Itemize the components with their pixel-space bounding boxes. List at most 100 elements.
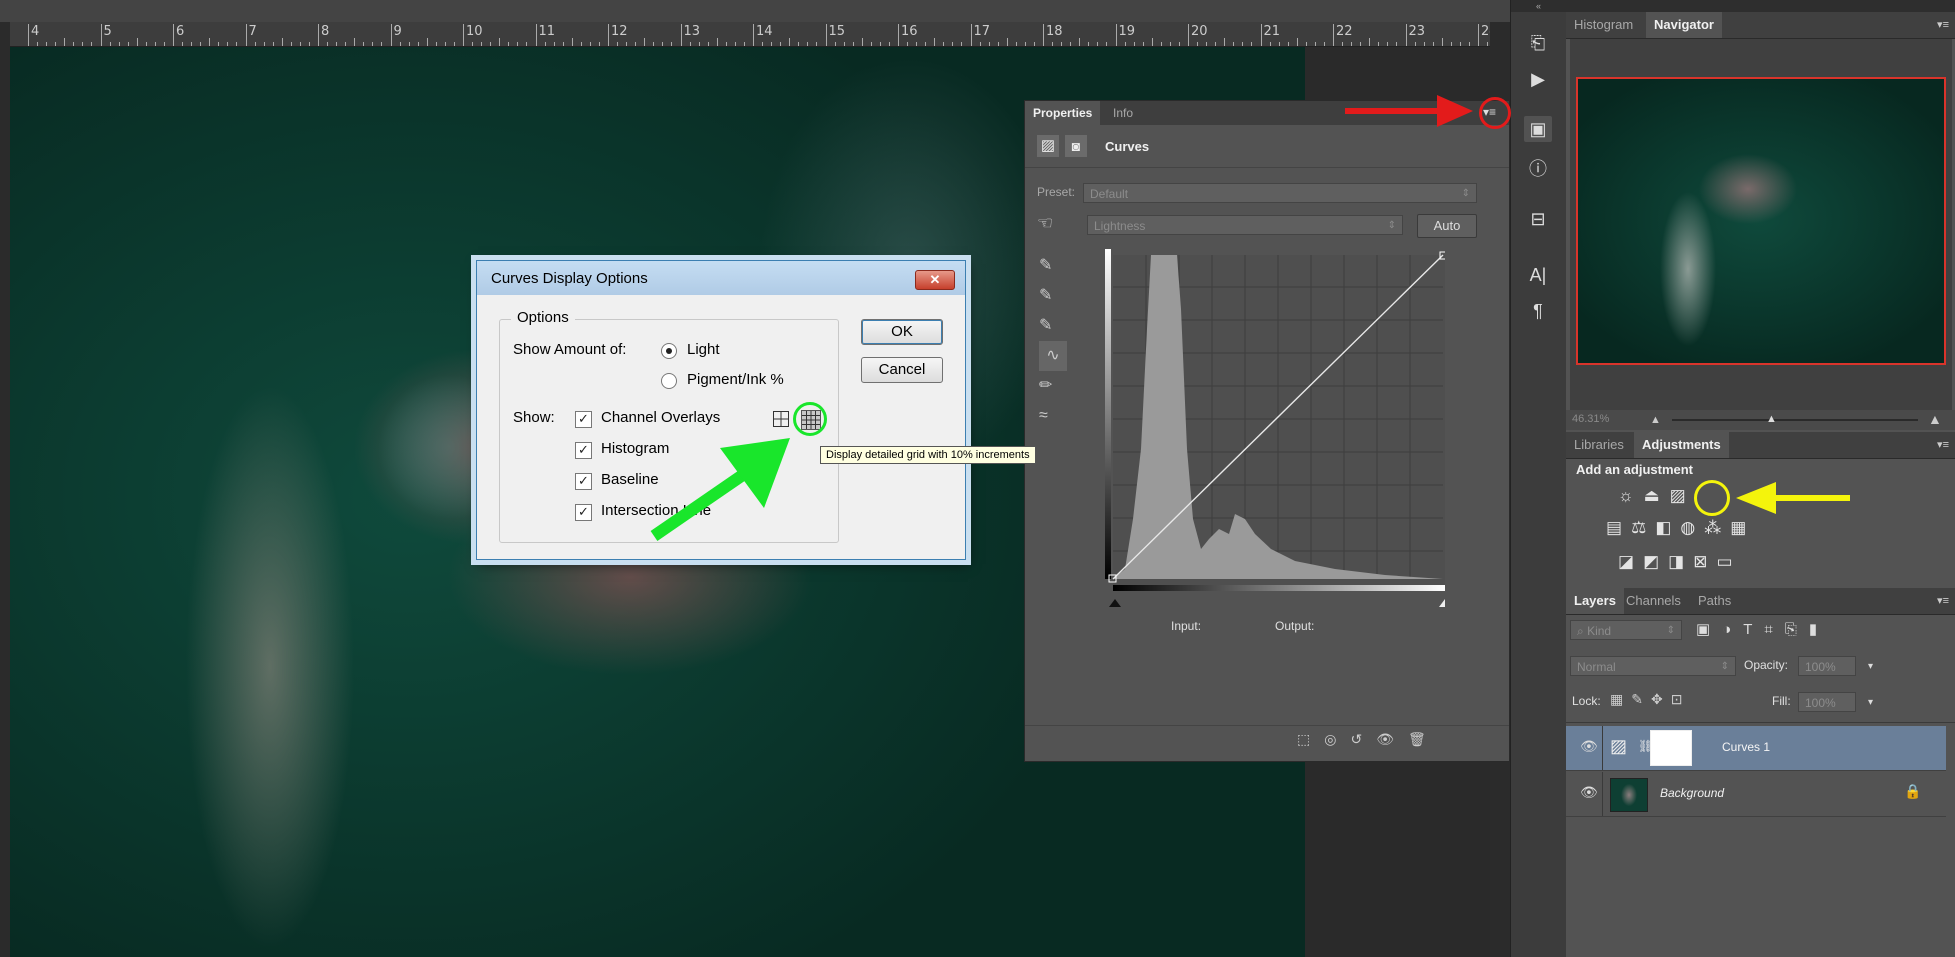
preset-select[interactable]: Default ⇕ (1083, 183, 1477, 203)
curves-graph[interactable] (1105, 249, 1445, 613)
channel-overlays-checkbox[interactable]: ✓ (575, 411, 592, 428)
black-white-icon[interactable]: ◧ (1655, 518, 1680, 537)
tab-histogram[interactable]: Histogram (1566, 12, 1641, 38)
curves-adjustment-icon[interactable]: ▨ (1037, 135, 1059, 157)
eye-icon[interactable]: 👁 (1580, 738, 1598, 755)
intersection-line-checkbox[interactable]: ✓ (575, 504, 592, 521)
tab-properties[interactable]: Properties (1025, 101, 1101, 125)
color-balance-icon[interactable]: ⚖ (1631, 518, 1655, 537)
gradient-map-icon[interactable]: ▭ (1716, 552, 1741, 571)
view-previous-icon[interactable]: ◎ (1324, 731, 1350, 747)
ruler-tick (481, 42, 483, 46)
tab-libraries[interactable]: Libraries (1566, 432, 1632, 458)
selective-color-icon[interactable]: ⊠ (1693, 552, 1716, 571)
lock-position-icon[interactable]: ✥ (1651, 691, 1671, 707)
levels-icon[interactable]: ⏏ (1644, 486, 1670, 505)
fill-field[interactable]: 100% ▾ (1798, 692, 1873, 712)
delete-icon[interactable]: 🗑 (1408, 731, 1440, 747)
lock-all-icon[interactable]: ⊡ (1671, 691, 1691, 707)
info-icon[interactable]: ⓘ (1524, 156, 1552, 182)
ok-button[interactable]: OK (861, 319, 943, 345)
baseline-checkbox[interactable]: ✓ (575, 473, 592, 490)
eye-icon[interactable]: 👁 (1580, 784, 1598, 801)
zoom-slider[interactable] (1672, 419, 1918, 421)
color-lookup-icon[interactable]: ▦ (1730, 518, 1755, 537)
properties-icon[interactable]: ▣ (1524, 116, 1552, 142)
zoom-value[interactable]: 46.31% (1572, 413, 1609, 425)
white-eyedropper-icon[interactable]: ✎ (1039, 311, 1067, 341)
reset-icon[interactable]: ↺ (1350, 731, 1376, 747)
pencil-icon[interactable]: ✏ (1039, 371, 1067, 401)
channel-select[interactable]: Lightness ⇕ (1087, 215, 1403, 235)
navigator-thumbnail[interactable] (1576, 77, 1946, 365)
blend-mode-select[interactable]: Normal ⇕ (1570, 656, 1736, 676)
smooth-curve-icon[interactable]: ≈ (1039, 401, 1067, 431)
layer-row-curves[interactable]: 👁 ▨ ⛓ Curves 1 (1566, 726, 1946, 771)
character-icon[interactable]: A| (1524, 262, 1552, 288)
layer-mask-thumbnail[interactable] (1650, 730, 1692, 766)
type-filter-icon[interactable]: T (1743, 621, 1764, 638)
ruler-tick (154, 42, 156, 46)
zoom-out-icon[interactable]: ▲ (1650, 414, 1661, 426)
history-icon[interactable]: ⎗ (1524, 30, 1552, 56)
lock-transparent-icon[interactable]: ▦ (1610, 691, 1631, 707)
layer-row-background[interactable]: 👁 Background 🔒 (1566, 772, 1946, 817)
opacity-field[interactable]: 100% ▾ (1798, 656, 1873, 676)
adjustment-filter-icon[interactable]: ◑ (1722, 621, 1743, 638)
panel-menu-icon[interactable]: ▾≡ (1937, 438, 1949, 451)
ruler-tick (662, 42, 664, 46)
smart-object-filter-icon[interactable]: ⎘ (1785, 621, 1809, 638)
on-image-adjust-icon[interactable]: ☜ (1037, 213, 1053, 234)
close-button[interactable]: ✕ (915, 270, 955, 290)
zoom-in-icon[interactable]: ▲ (1928, 411, 1942, 427)
point-curve-icon[interactable]: ∿ (1039, 341, 1067, 371)
black-eyedropper-icon[interactable]: ✎ (1039, 251, 1067, 281)
pigment-radio-label[interactable]: Pigment/Ink % (687, 371, 784, 388)
tab-layers[interactable]: Layers (1566, 588, 1624, 614)
auto-button[interactable]: Auto (1417, 214, 1477, 238)
brightness-contrast-icon[interactable]: ☼ (1618, 486, 1644, 505)
visibility-icon[interactable]: 👁 (1376, 731, 1408, 747)
play-actions-icon[interactable]: ▶ (1524, 66, 1552, 92)
invert-icon[interactable]: ◪ (1618, 552, 1643, 571)
tab-channels[interactable]: Channels (1618, 588, 1689, 614)
threshold-icon[interactable]: ◨ (1668, 552, 1693, 571)
collapse-icon[interactable]: « (1511, 0, 1566, 12)
tab-adjustments[interactable]: Adjustments (1634, 432, 1729, 458)
ruler-tick (888, 42, 890, 46)
layer-filter-kind[interactable]: ⌕ Kind ⇕ (1570, 620, 1682, 640)
ruler-tick (816, 42, 818, 46)
tab-navigator[interactable]: Navigator (1646, 12, 1722, 38)
hue-saturation-icon[interactable]: ▤ (1606, 518, 1631, 537)
clip-to-layer-icon[interactable]: ⬚ (1297, 731, 1324, 747)
layer-name[interactable]: Background (1660, 786, 1724, 800)
paragraph-icon[interactable]: ¶ (1524, 298, 1552, 324)
pixel-filter-icon[interactable]: ▣ (1696, 621, 1722, 638)
pigment-radio[interactable] (661, 373, 677, 389)
dialog-titlebar[interactable]: Curves Display Options ✕ (477, 261, 965, 295)
layer-name[interactable]: Curves 1 (1722, 740, 1770, 754)
cancel-button[interactable]: Cancel (861, 357, 943, 383)
layer-thumbnail[interactable] (1610, 778, 1648, 812)
tool-presets-icon[interactable]: ⊟ (1524, 206, 1552, 232)
channel-mixer-icon[interactable]: ⁂ (1704, 518, 1730, 537)
panel-menu-icon[interactable]: ▾≡ (1937, 18, 1949, 31)
tab-paths[interactable]: Paths (1690, 588, 1739, 614)
histogram-checkbox[interactable]: ✓ (575, 442, 592, 459)
ruler-tick (544, 42, 546, 46)
curves-icon[interactable]: ▨ (1670, 486, 1696, 505)
posterize-icon[interactable]: ◩ (1643, 552, 1668, 571)
zoom-slider-handle[interactable]: ▲ (1766, 413, 1777, 425)
panel-menu-icon[interactable]: ▾≡ (1937, 594, 1949, 607)
light-radio-label[interactable]: Light (687, 341, 720, 358)
tab-info[interactable]: Info (1105, 101, 1141, 125)
shape-filter-icon[interactable]: ⌗ (1764, 621, 1784, 638)
black-point-slider[interactable] (1109, 599, 1121, 607)
filter-toggle-icon[interactable]: ▮ (1809, 621, 1829, 638)
photo-filter-icon[interactable]: ◍ (1680, 518, 1704, 537)
gray-eyedropper-icon[interactable]: ✎ (1039, 281, 1067, 311)
mask-icon[interactable]: ◙ (1065, 135, 1087, 157)
light-radio[interactable] (661, 343, 677, 359)
white-point-slider[interactable] (1439, 599, 1445, 607)
lock-pixels-icon[interactable]: ✎ (1631, 691, 1651, 707)
